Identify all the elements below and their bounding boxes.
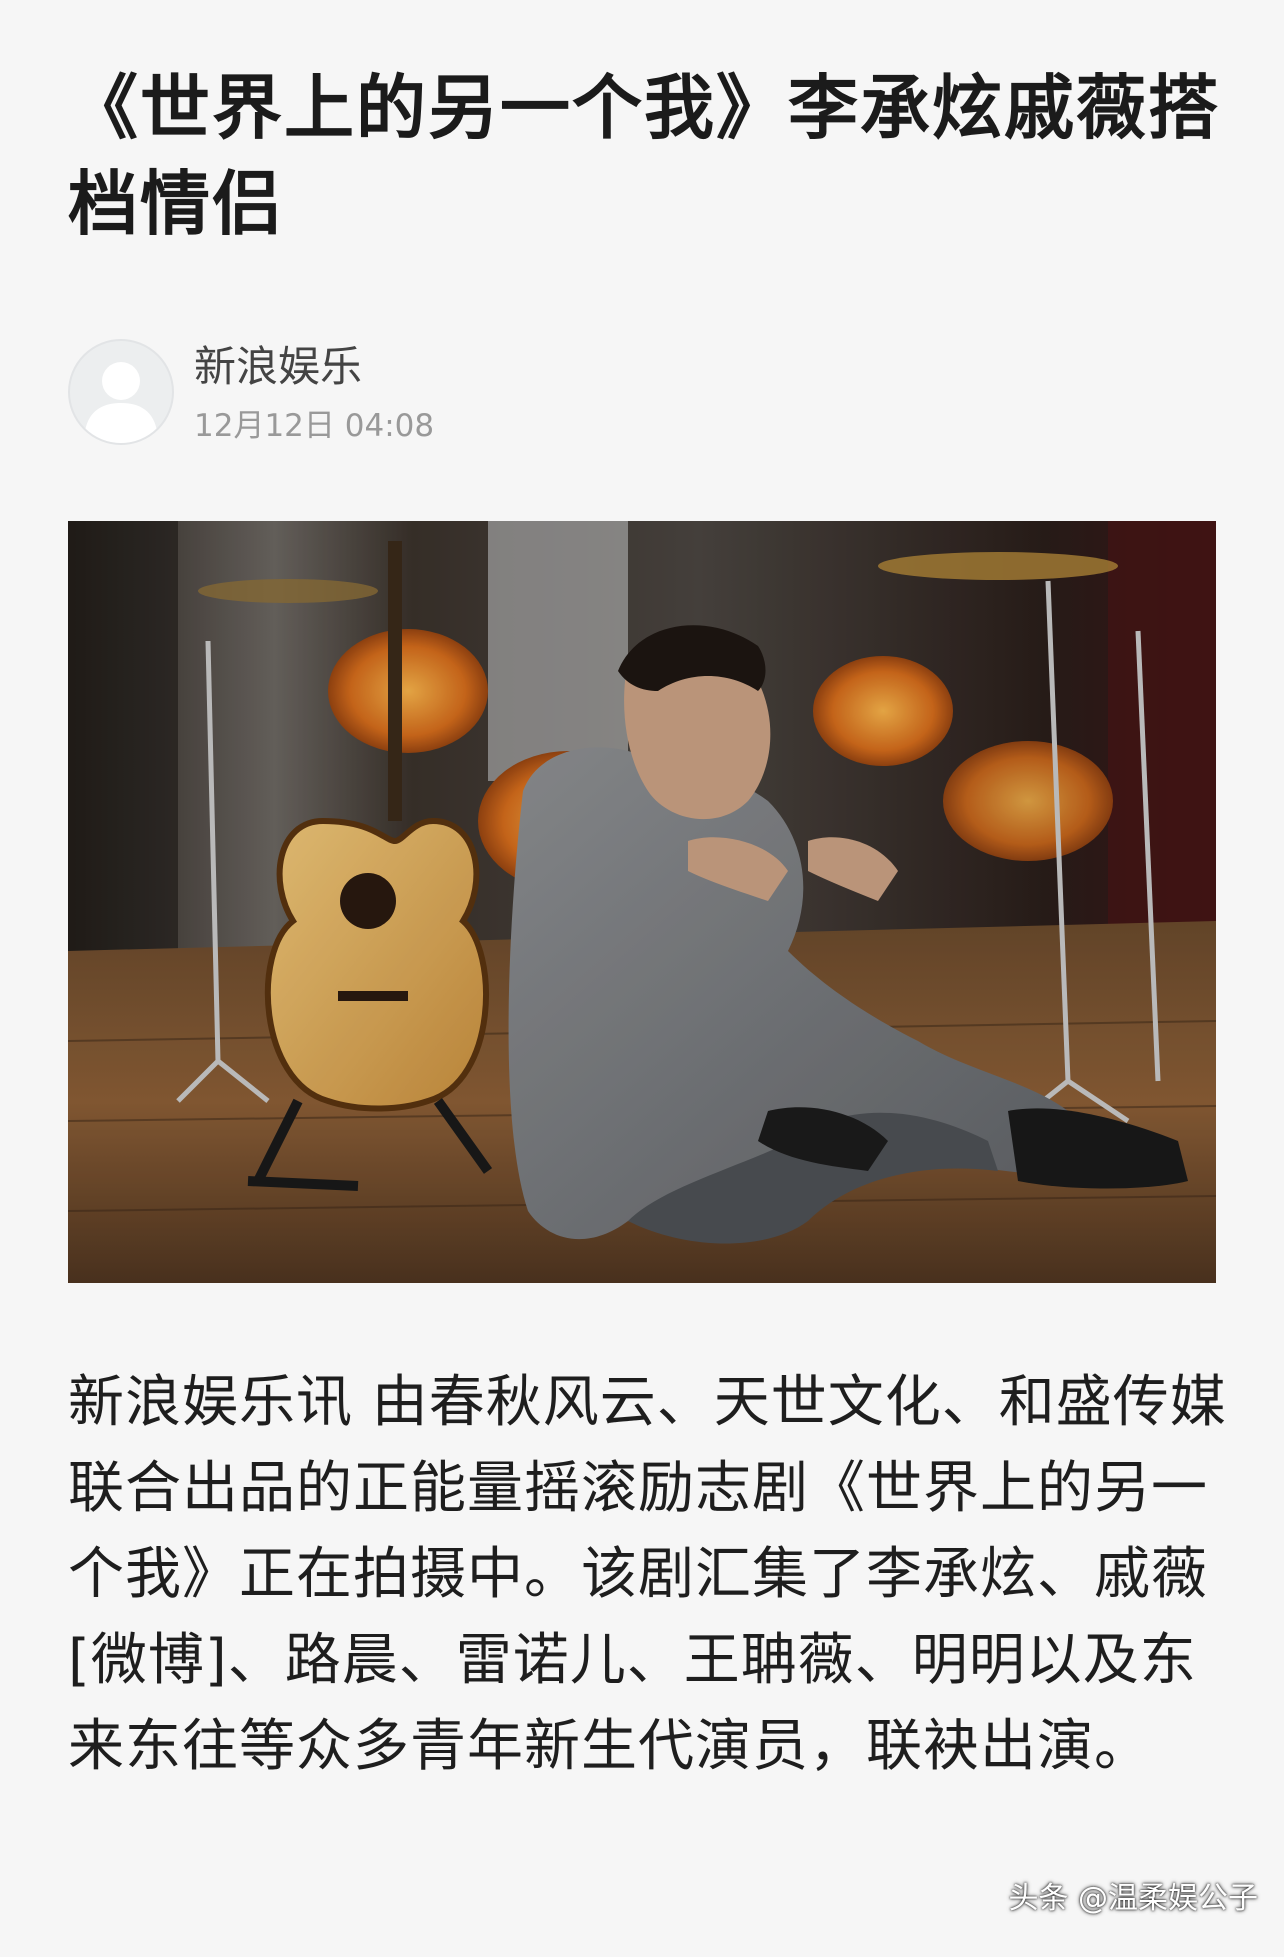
author-name[interactable]: 新浪娱乐 [194, 339, 434, 395]
author-info: 新浪娱乐 12月12日 04:08 [194, 339, 434, 445]
default-user-avatar-icon [84, 362, 158, 443]
article-title: 《世界上的另一个我》李承炫戚薇搭档情侣 [68, 67, 1220, 245]
article-body: 新浪娱乐讯 由春秋风云、天世文化、和盛传媒联合出品的正能量摇滚励志剧《世界上的另… [68, 1370, 1227, 1779]
source-watermark: 头条 @温柔娱公子 [1008, 1881, 1258, 1916]
article-photo[interactable] [68, 521, 1216, 1283]
author-avatar[interactable] [68, 339, 174, 445]
photo-illustration [68, 521, 1216, 1283]
article-page: 《世界上的另一个我》李承炫戚薇搭档情侣 新浪娱乐 12月12日 04:08 新浪… [0, 0, 1284, 1957]
publish-time: 12月12日 04:08 [194, 408, 435, 444]
author-bar[interactable]: 新浪娱乐 12月12日 04:08 [68, 338, 434, 446]
